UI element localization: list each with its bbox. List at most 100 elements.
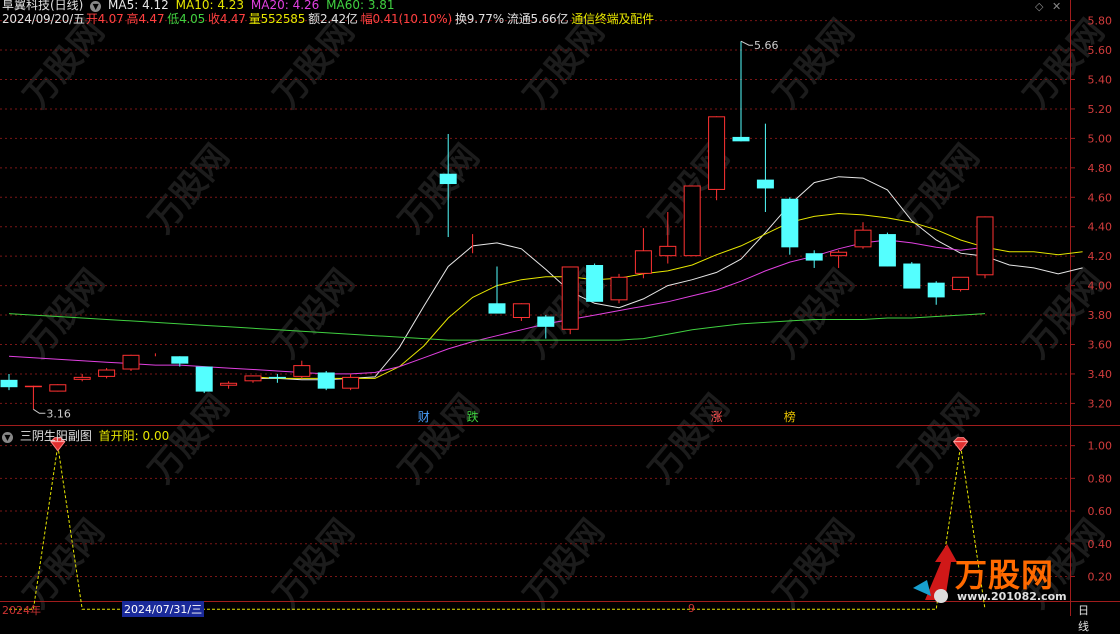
indicator-tick-label: 0.60 [1088,505,1113,518]
indicator-tick-label: 0.80 [1088,472,1113,485]
candle [269,374,286,383]
candle-body [806,253,823,260]
chg-value: 0.41(10.10%) [373,12,452,26]
candle-body [318,372,335,388]
close-key: 收 [208,12,220,26]
candle [855,222,871,249]
indicator-tick-label: 0.20 [1088,570,1113,583]
candle-body [489,303,506,313]
float-value: 5.66亿 [531,12,569,26]
candle-body [831,252,847,255]
candle [928,281,945,305]
candle-body [537,317,554,327]
candle [635,228,651,278]
candle-body [245,376,261,381]
price-tick-label: 5.80 [1088,15,1113,28]
candle [806,250,823,268]
candle [99,368,115,378]
candle [733,41,750,141]
vol-key: 量 [249,12,261,26]
amt-value: 2.42亿 [320,12,358,26]
candle-body [586,265,603,302]
candle [489,266,506,313]
close-icon[interactable]: ✕ [1052,0,1061,13]
watermark-tile: 万股网 [516,12,612,116]
watermark-tile: 万股网 [891,137,987,241]
candle-body [513,304,529,318]
candle [196,367,213,394]
indicator-chevron-icon[interactable]: ▼ [2,432,13,443]
candle [318,371,335,390]
sector-tag[interactable]: 通信终端及配件 [571,12,654,26]
candle-body [440,174,457,184]
candle [586,264,603,302]
candle-body [757,180,774,189]
candle [903,262,920,289]
candle-body [953,277,969,289]
low-pointer [33,409,45,413]
candle [1,374,18,390]
candle-body [635,251,651,274]
event-marker: 跌 [467,409,479,424]
candle [513,303,529,321]
candle-body [928,283,945,298]
open-value: 4.07 [98,12,124,26]
price-tick-label: 5.40 [1088,74,1113,87]
candle [562,266,578,334]
high-label: 5.66 [754,39,779,52]
candle-body [562,267,578,329]
candle-body [99,370,115,376]
amt-key: 额 [308,12,320,26]
close-value: 4.47 [220,12,246,26]
price-tick-label: 3.40 [1088,368,1113,381]
vol-value: 552585 [261,12,306,26]
watermark-tile: 万股网 [766,12,862,116]
candle-body [709,117,725,190]
watermark-tile: 万股网 [891,387,987,491]
date-label: 2024/09/20/五 [2,12,85,26]
low-value: 4.05 [179,12,205,26]
candle-body [294,366,310,377]
candle-body [221,383,237,385]
price-tick-label: 4.60 [1088,191,1113,204]
candle-body [269,377,286,378]
diamond-icon[interactable]: ◇ [1035,0,1043,13]
watermark-logo: 万股网 www.201082.com [905,540,1075,616]
candle [50,384,66,391]
high-key: 高 [127,12,139,26]
candles[interactable] [1,41,994,409]
candle-body [684,186,700,256]
price-tick-label: 5.60 [1088,44,1113,57]
sub-chart-header: ▼ 三阴生阳副图 首开阳: 0.00 [2,427,172,444]
candle-body [611,277,627,300]
low-label: 3.16 [46,407,71,420]
watermark-tile: 万股网 [766,262,862,366]
watermark-tile: 万股网 [16,262,112,366]
ohlc-row: 2024/09/20/五开4.07高4.47低4.05收4.47量552585额… [2,10,657,27]
candle-body [1,380,18,387]
chg-key: 幅 [361,12,373,26]
indicator-param-value: 0.00 [143,429,170,443]
candle-body [343,377,359,388]
event-marker: 涨 [711,409,723,424]
price-tick-label: 3.80 [1088,309,1113,322]
candle-body [74,377,90,379]
candle [245,375,261,382]
indicator-name[interactable]: 三阴生阳副图 [20,429,92,443]
price-tick-label: 4.40 [1088,221,1113,234]
candle-body [855,230,871,247]
price-tick-label: 5.00 [1088,132,1113,145]
open-key: 开 [86,12,98,26]
candle-body [50,385,66,391]
date-cursor: 2024/07/31/三 [122,601,204,617]
candle [879,233,896,267]
price-tick-label: 3.60 [1088,339,1113,352]
watermark-tile: 万股网 [141,137,237,241]
period-label[interactable]: 日线 [1078,602,1089,634]
watermark-layer: 万股网万股网万股网万股网万股网万股网万股网万股网万股网万股网万股网万股网万股网万… [0,12,1112,616]
indicator-tick-label: 0.40 [1088,538,1113,551]
candle [709,116,725,200]
mascot-icon [934,589,948,603]
candle [123,355,139,371]
price-tick-label: 4.80 [1088,162,1113,175]
